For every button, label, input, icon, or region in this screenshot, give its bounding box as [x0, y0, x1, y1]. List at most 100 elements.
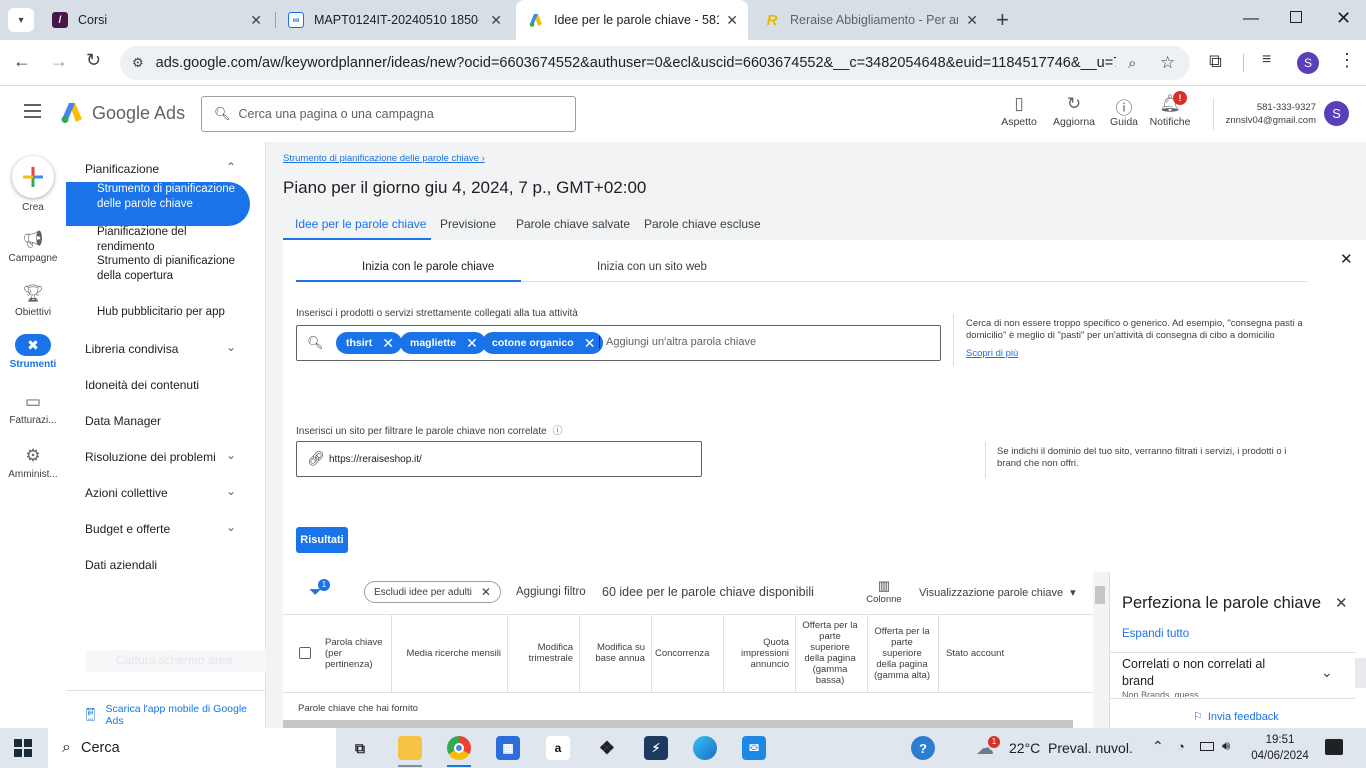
nav-item-reach-planner[interactable]: Strumento di pianificazione della copert… [97, 254, 247, 284]
chevron-down-icon[interactable]: ⌄ [1321, 664, 1333, 681]
close-icon[interactable]: ✕ [584, 335, 596, 352]
columns-button[interactable]: ▥ Colonne [863, 578, 905, 605]
task-view-icon[interactable]: ⧉ [348, 736, 372, 760]
header-avg-searches[interactable]: Media ricerche mensili [395, 614, 501, 692]
file-explorer-icon[interactable] [398, 736, 422, 760]
header-competition[interactable]: Concorrenza [655, 614, 709, 692]
extensions-icon[interactable]: ⧉ [1209, 51, 1222, 72]
appearance-button[interactable]: ▯ Aspetto [989, 94, 1049, 128]
zoom-icon[interactable]: ⌕ [1128, 55, 1136, 72]
tab-keyword-ideas[interactable]: Idee per le parole chiave [295, 217, 426, 231]
close-icon[interactable]: ✕ [1340, 250, 1353, 268]
filter-chip-adult[interactable]: Escludi idee per adulti ✕ [364, 581, 501, 603]
reload-icon[interactable]: ↻ [86, 50, 101, 71]
app-icon[interactable]: ⚡︎ [644, 736, 668, 760]
nav-section-data-manager[interactable]: Data Manager [85, 414, 161, 428]
media-control-icon[interactable]: ≡ [1262, 51, 1271, 69]
windows-start-icon[interactable] [14, 739, 32, 757]
close-icon[interactable]: ✕ [481, 585, 491, 599]
keyword-chip[interactable]: cotone organico ✕ [482, 332, 604, 354]
keyword-chip[interactable]: thsirt ✕ [336, 332, 402, 354]
nav-section-content-suitability[interactable]: Idoneità dei contenuti [85, 378, 199, 392]
header-account-status[interactable]: Stato account [946, 614, 1026, 692]
bookmark-star-icon[interactable]: ☆ [1160, 53, 1175, 73]
new-tab-button[interactable]: + [996, 7, 1009, 33]
browser-tab[interactable]: ∞ MAPT0124IT-20240510 1850-1 ✕ [276, 0, 512, 40]
breadcrumb[interactable]: Strumento di pianificazione delle parole… [283, 153, 485, 164]
dropbox-icon[interactable]: ❖ [595, 736, 619, 760]
network-icon[interactable]: ◔ [1177, 739, 1185, 754]
refine-group-brand[interactable]: Correlati o non correlati al brand [1122, 656, 1292, 690]
tab-search-button[interactable]: ▾ [8, 8, 34, 32]
nav-section-shared-library[interactable]: Libreria condivisa [85, 342, 178, 356]
taskbar-search-input[interactable]: ⌕ Cerca [48, 728, 336, 768]
header-bid-low[interactable]: Offerta per la parte superiore della pag… [799, 614, 861, 692]
select-all-checkbox[interactable] [299, 647, 311, 659]
nav-item-app-hub[interactable]: Hub pubblicitario per app [97, 305, 247, 320]
help-tray-icon[interactable]: ? [911, 736, 935, 760]
volume-icon[interactable]: 🔊︎ [1222, 738, 1230, 754]
browser-tab[interactable]: / Corsi ✕ [40, 0, 272, 40]
back-icon[interactable]: ← [13, 51, 31, 72]
chevron-up-icon[interactable]: ⌃ [1152, 738, 1164, 755]
expand-all-link[interactable]: Espandi tutto [1122, 628, 1189, 640]
address-bar[interactable]: ⚙ ads.google.com/aw/keywordplanner/ideas… [120, 46, 1190, 80]
account-info[interactable]: 581-333-9327 znnslv04@gmail.com [1222, 101, 1316, 127]
site-input[interactable]: 🔗︎ https://reraiseshop.it/ [296, 441, 702, 477]
breadcrumb-link[interactable]: Strumento di pianificazione delle parole… [283, 153, 479, 164]
nav-section-planning[interactable]: Pianificazione [85, 162, 159, 176]
mail-icon[interactable]: ✉ [742, 736, 766, 760]
profile-avatar[interactable]: S [1297, 52, 1319, 74]
close-icon[interactable]: ✕ [726, 12, 738, 29]
browser-menu-icon[interactable]: ⋮ [1338, 50, 1356, 71]
subtab-start-keywords[interactable]: Inizia con le parole chiave [362, 261, 494, 273]
nav-section-troubleshooting[interactable]: Risoluzione dei problemi [85, 450, 216, 464]
vertical-scrollbar[interactable] [1093, 572, 1107, 728]
close-icon[interactable]: ✕ [1335, 594, 1348, 612]
store-icon[interactable]: ▦ [496, 736, 520, 760]
tab-saved-keywords[interactable]: Parole chiave salvate [516, 217, 630, 231]
avatar[interactable]: S [1324, 101, 1349, 126]
view-selector[interactable]: Visualizzazione parole chiave ▾ [919, 586, 1076, 599]
clock[interactable]: 19:51 04/06/2024 [1250, 732, 1310, 764]
header-keyword[interactable]: Parola chiave (per pertinenza) [325, 614, 387, 692]
learn-more-link[interactable]: Scopri di più [966, 348, 1018, 359]
browser-tab-active[interactable]: Idee per le parole chiave - 581- ✕ [516, 0, 748, 40]
tab-negative-keywords[interactable]: Parole chiave escluse [644, 217, 761, 231]
browser-tab[interactable]: R Reraise Abbigliamento - Per am ✕ [752, 0, 988, 40]
nav-section-bulk-actions[interactable]: Azioni collettive [85, 486, 168, 500]
nav-section-budgets[interactable]: Budget e offerte [85, 522, 170, 536]
header-bid-high[interactable]: Offerta per la parte superiore della pag… [871, 614, 933, 692]
chevron-down-icon[interactable]: ⌄ [226, 340, 236, 354]
notifications-button[interactable]: 🔔︎ ! Notifiche [1140, 91, 1200, 128]
horizontal-scrollbar[interactable] [283, 720, 1073, 728]
restore-icon[interactable] [1290, 11, 1302, 23]
download-app-link[interactable]: 📱︎ Scarica l'app mobile di Google Ads [82, 703, 265, 727]
amazon-icon[interactable]: a [546, 736, 570, 760]
site-info-icon[interactable]: ⚙ [132, 55, 144, 71]
edge-icon[interactable] [693, 736, 717, 760]
rail-goals[interactable]: 🏆︎ Obiettivi [0, 284, 66, 318]
subtab-start-website[interactable]: Inizia con un sito web [597, 261, 707, 273]
add-filter-button[interactable]: Aggiungi filtro [516, 586, 586, 598]
send-feedback-link[interactable]: ⚐ Invia feedback [1193, 710, 1279, 723]
chevron-down-icon[interactable]: ⌄ [226, 448, 236, 462]
keyword-chip-input[interactable]: 🔍︎ thsirt ✕ magliette ✕ cotone organico ✕ A… [296, 325, 941, 361]
nav-section-business-data[interactable]: Dati aziendali [85, 558, 157, 572]
rail-billing[interactable]: ▭ Fatturazi... [0, 392, 66, 426]
tab-forecast[interactable]: Previsione [440, 217, 496, 231]
header-impression-share[interactable]: Quota impressioni annuncio [727, 614, 789, 692]
ads-search-input[interactable]: 🔍︎ Cerca una pagina o una campagna [201, 96, 576, 132]
forward-icon[interactable]: → [50, 51, 68, 72]
hamburger-menu-icon[interactable] [24, 104, 41, 118]
rail-admin[interactable]: ⚙ Amminist... [0, 446, 66, 480]
help-icon[interactable]: ⓘ [552, 426, 562, 437]
close-icon[interactable]: ✕ [382, 335, 394, 352]
header-yoy-change[interactable]: Modifica su base annua [583, 614, 645, 692]
close-icon[interactable]: ✕ [466, 335, 478, 352]
nav-item-performance-planner[interactable]: Pianificazione del rendimento [97, 225, 247, 255]
google-ads-logo[interactable]: Google Ads [60, 102, 185, 124]
close-icon[interactable]: ✕ [966, 12, 978, 29]
minimize-icon[interactable]: — [1243, 10, 1259, 28]
close-icon[interactable]: ✕ [490, 12, 502, 29]
